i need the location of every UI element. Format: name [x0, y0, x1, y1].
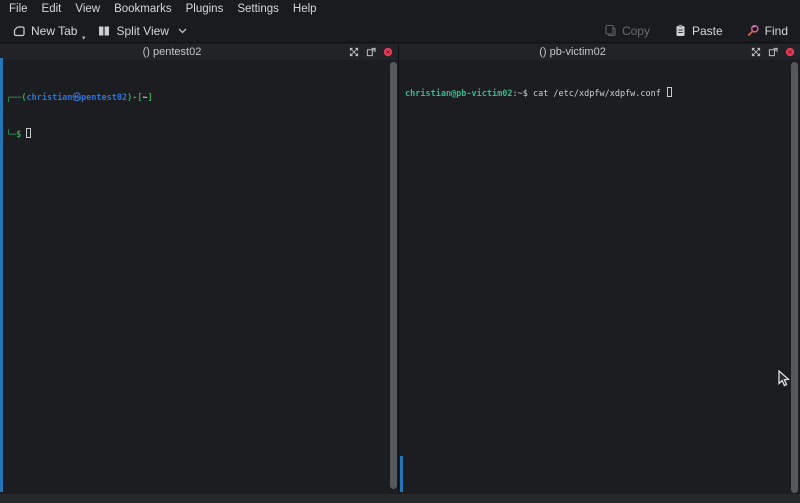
- prompt-path: :~$: [512, 89, 532, 99]
- new-tab-dropdown-arrow[interactable]: ▾: [82, 34, 86, 42]
- right-pane-header[interactable]: () pb-victim02: [399, 44, 800, 60]
- prompt-mid: )-[: [127, 93, 142, 103]
- konsole-window: File Edit View Bookmarks Plugins Setting…: [0, 0, 800, 503]
- right-scrollbar[interactable]: [791, 62, 798, 493]
- command-text: cat /etc/xdpfw/xdpfw.conf: [533, 89, 666, 99]
- prompt-symbol: └─$: [6, 130, 21, 140]
- menu-edit[interactable]: Edit: [35, 0, 69, 19]
- copy-label: Copy: [622, 24, 650, 38]
- menu-bookmarks[interactable]: Bookmarks: [107, 0, 179, 19]
- terminal-cursor: [667, 87, 672, 97]
- left-terminal[interactable]: ┌──(christian㉿pentest02)-[~] └─$: [0, 60, 398, 494]
- split-view-label: Split View: [116, 24, 168, 38]
- close-view-icon[interactable]: [383, 47, 393, 57]
- terminal-cursor: [26, 128, 31, 138]
- find-button[interactable]: Find: [742, 22, 793, 40]
- right-terminal[interactable]: christian@pb-victim02:~$ cat /etc/xdpfw/…: [399, 60, 800, 494]
- prompt-close: ]: [148, 93, 153, 103]
- left-pane-title: () pentest02: [0, 46, 344, 58]
- prompt-line: christian@pb-victim02:~$ cat /etc/xdpfw/…: [405, 87, 800, 100]
- detach-view-icon[interactable]: [768, 47, 778, 57]
- toolbar: New Tab ▾ Split View Copy: [0, 19, 800, 43]
- menu-file[interactable]: File: [2, 0, 35, 19]
- left-pane-accent-line: [0, 58, 3, 492]
- prompt-line-2: └─$: [6, 128, 398, 141]
- new-tab-label: New Tab: [31, 24, 77, 38]
- menu-help[interactable]: Help: [286, 0, 324, 19]
- menu-view[interactable]: View: [68, 0, 107, 19]
- prompt-open: ┌──(: [6, 93, 26, 103]
- split-view-icon: [97, 24, 111, 38]
- right-pane-title: () pb-victim02: [399, 46, 746, 58]
- maximize-view-icon[interactable]: [751, 47, 761, 57]
- find-icon: [747, 24, 760, 37]
- prompt-userhost: christian@pb-victim02: [405, 89, 512, 99]
- menu-settings[interactable]: Settings: [230, 0, 286, 19]
- copy-icon: [604, 24, 617, 37]
- left-pane-header[interactable]: () pentest02: [0, 44, 398, 60]
- paste-icon: [674, 24, 687, 37]
- paste-label: Paste: [692, 24, 723, 38]
- new-tab-icon: [12, 24, 26, 38]
- maximize-view-icon[interactable]: [349, 47, 359, 57]
- close-view-icon[interactable]: [785, 47, 795, 57]
- menu-plugins[interactable]: Plugins: [179, 0, 231, 19]
- left-scrollbar[interactable]: [390, 62, 397, 489]
- prompt-userhost: christian㉿pentest02: [26, 93, 127, 103]
- split-view-button[interactable]: Split View: [92, 22, 191, 40]
- window-bottom-edge: [0, 494, 800, 503]
- copy-button[interactable]: Copy: [599, 22, 655, 40]
- new-tab-button[interactable]: New Tab ▾: [7, 22, 82, 40]
- detach-view-icon[interactable]: [366, 47, 376, 57]
- mouse-cursor-icon: [778, 370, 790, 387]
- menu-bar: File Edit View Bookmarks Plugins Setting…: [0, 0, 800, 19]
- right-pane-accent-line: [400, 456, 403, 492]
- prompt-line-1: ┌──(christian㉿pentest02)-[~]: [6, 92, 398, 104]
- paste-button[interactable]: Paste: [669, 22, 728, 40]
- chevron-down-icon: [178, 28, 187, 34]
- find-label: Find: [765, 24, 788, 38]
